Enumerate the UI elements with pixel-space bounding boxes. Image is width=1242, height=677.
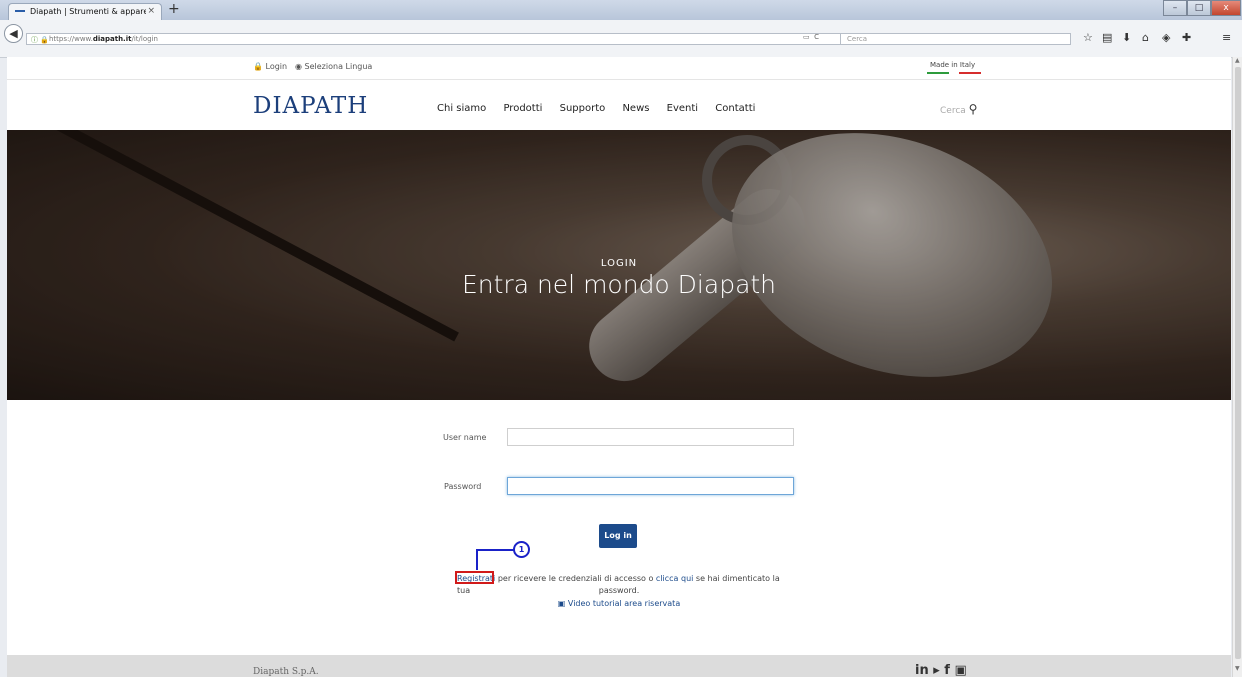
password-word: password.	[598, 586, 640, 595]
social-icons[interactable]: in ▸ f ▣	[915, 663, 967, 677]
tab-diapath[interactable]: Diapath | Strumenti & appare ×	[8, 3, 162, 20]
film-icon: ▣	[557, 599, 566, 608]
password-label: Password	[444, 482, 482, 491]
diapath-logo[interactable]: DIAPATH	[253, 93, 368, 119]
hero-eyebrow: LOGIN	[600, 258, 638, 269]
favicon-icon	[15, 10, 25, 12]
language-selector[interactable]: ◉ Seleziona Lingua	[295, 62, 372, 71]
hero-banner: LOGIN Entra nel mondo Diapath	[7, 130, 1231, 400]
scroll-thumb[interactable]	[1235, 67, 1241, 659]
browser-window: Diapath | Strumenti & appare × + – □ x ◀…	[0, 0, 1242, 677]
url-text: https://www.diapath.it/it/login	[49, 35, 158, 43]
page-scrollbar[interactable]: ▲ ▼	[1232, 57, 1242, 677]
login-form: User name Password Log in 1 Registrati p…	[7, 400, 1231, 655]
home-icon[interactable]: ⌂	[1142, 31, 1149, 44]
back-button[interactable]: ◀	[4, 24, 23, 43]
login-button[interactable]: Log in	[599, 524, 637, 548]
video-tutorial-link[interactable]: ▣ Video tutorial area riservata	[7, 599, 1231, 608]
web-page: 🔒 Login ◉ Seleziona Lingua Made in Italy…	[7, 57, 1231, 677]
pocket-icon[interactable]: ◈	[1162, 31, 1170, 44]
search-icon: ⚲	[968, 102, 978, 116]
download-icon[interactable]: ⬇	[1122, 31, 1131, 44]
flag-green-bar	[927, 72, 949, 74]
close-tab-icon[interactable]: ×	[147, 6, 155, 16]
site-header: DIAPATH Chi siamo Prodotti Supporto News…	[7, 79, 1231, 130]
password-field[interactable]	[507, 477, 794, 495]
reader-reload-icons[interactable]: ▭ C	[803, 33, 819, 41]
tab-title: Diapath | Strumenti & appare	[30, 7, 146, 16]
nav-item-eventi[interactable]: Eventi	[667, 103, 698, 114]
username-field[interactable]	[507, 428, 794, 446]
site-search[interactable]: Cerca ⚲	[940, 102, 977, 116]
tab-bar: Diapath | Strumenti & appare × + – □ x	[0, 0, 1242, 20]
scroll-up-icon[interactable]: ▲	[1235, 57, 1240, 64]
login-link[interactable]: 🔒 Login	[253, 62, 287, 71]
nav-item-contatti[interactable]: Contatti	[715, 103, 755, 114]
annotation-connector	[477, 549, 514, 551]
scroll-down-icon[interactable]: ▼	[1235, 665, 1240, 672]
nav-item-news[interactable]: News	[622, 103, 649, 114]
new-tab-button[interactable]: +	[168, 1, 180, 17]
browser-search-input[interactable]: Cerca	[840, 33, 1071, 45]
nav-item-chi-siamo[interactable]: Chi siamo	[437, 103, 486, 114]
register-highlight	[455, 571, 494, 584]
bookmark-star-icon[interactable]: ☆	[1083, 31, 1093, 44]
extension-icon[interactable]: ✚	[1182, 31, 1191, 44]
made-in-italy-label: Made in Italy	[930, 61, 976, 69]
forgot-password-link[interactable]: clicca qui	[656, 574, 693, 583]
menu-icon[interactable]: ≡	[1222, 31, 1231, 44]
top-utility-bar: 🔒 Login ◉ Seleziona Lingua Made in Italy	[7, 57, 1231, 80]
site-footer: Diapath S.p.A. in ▸ f ▣	[7, 655, 1231, 677]
step-marker: 1	[513, 541, 530, 558]
annotation-connector-vertical	[476, 549, 478, 570]
hero-headline: Entra nel mondo Diapath	[461, 270, 777, 299]
nav-item-supporto[interactable]: Supporto	[560, 103, 606, 114]
flag-red-bar	[959, 72, 981, 74]
close-window-button[interactable]: x	[1211, 0, 1241, 16]
username-label: User name	[443, 433, 487, 442]
reading-list-icon[interactable]: ▤	[1102, 31, 1112, 44]
footer-company: Diapath S.p.A.	[253, 667, 319, 677]
main-nav: Chi siamo Prodotti Supporto News Eventi …	[437, 103, 769, 114]
minimize-button[interactable]: –	[1163, 0, 1187, 16]
maximize-button[interactable]: □	[1187, 0, 1211, 16]
lock-icon: ⓘ 🔒	[31, 36, 49, 44]
nav-item-prodotti[interactable]: Prodotti	[503, 103, 542, 114]
address-bar[interactable]: ⓘ 🔒 https://www.diapath.it/it/login	[26, 33, 909, 45]
